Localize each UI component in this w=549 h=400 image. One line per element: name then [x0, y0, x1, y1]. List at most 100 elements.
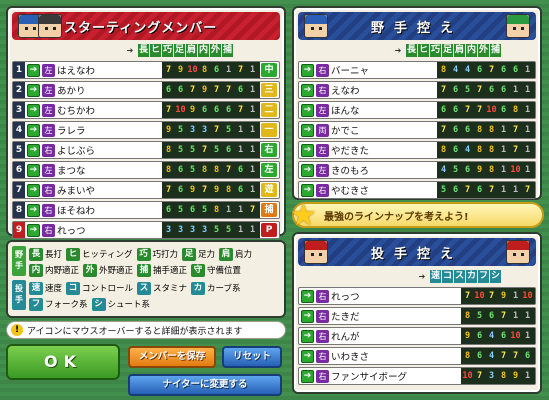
player-stats: 56767117 [437, 182, 535, 198]
stat-value: 7 [512, 145, 519, 155]
player-detail-icon[interactable]: ➔ [27, 83, 40, 97]
legend-key-badge: 外 [83, 263, 98, 277]
player-row[interactable]: ➔ 左ほんな 6 6 7 7 10 6 8 1 [298, 101, 536, 119]
player-detail-icon[interactable]: ➔ [27, 183, 40, 197]
header-soto[interactable]: 外 [210, 44, 221, 57]
header-chokyori[interactable]: 長 [138, 44, 149, 57]
header-kouda[interactable]: 巧 [430, 44, 441, 57]
player-detail-icon[interactable]: ➔ [27, 123, 40, 137]
position-badge[interactable]: 中 [261, 63, 277, 77]
player-detail-icon[interactable]: ➔ [301, 309, 314, 323]
player-detail-icon[interactable]: ➔ [301, 63, 314, 77]
player-detail-icon[interactable]: ➔ [27, 223, 40, 237]
player-row[interactable]: 2 ➔ 左あかり 6 6 7 9 7 7 6 1 三 [12, 81, 280, 99]
stat-value: 8 [512, 105, 519, 115]
player-row[interactable]: ➔ 右えなわ 7 6 5 7 6 6 1 1 [298, 81, 536, 99]
player-row[interactable]: 5 ➔ 右よじぶら 8 5 5 7 5 6 1 1 右 [12, 141, 280, 159]
legend-label: シュート系 [107, 300, 151, 310]
ok-button[interactable]: OK [6, 344, 120, 380]
player-detail-icon[interactable]: ➔ [27, 143, 40, 157]
position-badge[interactable]: 左 [261, 163, 277, 177]
legend-key-badge: カ [191, 281, 206, 295]
header-ho[interactable]: 捕 [222, 44, 233, 57]
stat-value: 1 [512, 185, 519, 195]
player-detail-icon[interactable]: ➔ [301, 123, 314, 137]
sort-arrow-icon[interactable]: ➔ [392, 45, 404, 57]
position-badge[interactable]: 遊 [261, 183, 277, 197]
player-detail-icon[interactable]: ➔ [301, 289, 314, 303]
player-row[interactable]: ➔ 右やむきさ 5 6 7 6 7 1 1 7 [298, 181, 536, 199]
player-row[interactable]: ➔ 右いわきさ 8 6 4 7 7 6 [298, 347, 536, 365]
legend-label: 速度 [45, 284, 63, 294]
player-detail-icon[interactable]: ➔ [301, 83, 314, 97]
player-row[interactable]: 6 ➔ 左まつな 8 6 5 8 8 7 6 1 左 [12, 161, 280, 179]
position-badge[interactable]: 三 [261, 83, 277, 97]
stat-value: 3 [165, 225, 172, 235]
player-detail-icon[interactable]: ➔ [27, 63, 40, 77]
position-badge[interactable]: 一 [261, 123, 277, 137]
header-curve[interactable]: カ [466, 270, 477, 283]
player-row[interactable]: 7 ➔ 右みまいや 7 6 9 7 9 8 6 1 遊 [12, 181, 280, 199]
player-row[interactable]: ➔ 右ファンサイボーグ 10 7 3 8 9 1 [298, 367, 536, 385]
sort-arrow-icon[interactable]: ➔ [416, 271, 428, 283]
player-detail-icon[interactable]: ➔ [301, 103, 314, 117]
stat-value: 6 [488, 311, 495, 321]
player-row[interactable]: 3 ➔ 左むちかわ 7 10 9 6 6 6 7 1 二 [12, 101, 280, 119]
header-soku[interactable]: 足 [174, 44, 185, 57]
position-badge[interactable]: 捕 [261, 203, 277, 217]
player-detail-icon[interactable]: ➔ [27, 203, 40, 217]
header-hitting[interactable]: ヒ [418, 44, 429, 57]
stat-value: 1 [524, 331, 531, 341]
header-fork[interactable]: フ [478, 270, 489, 283]
stat-value: 7 [476, 85, 483, 95]
player-detail-icon[interactable]: ➔ [301, 349, 314, 363]
sort-arrow-icon[interactable]: ➔ [124, 45, 136, 57]
stat-value: 7 [201, 185, 208, 195]
night-game-button[interactable]: ナイターに変更する [128, 374, 282, 396]
header-hitting[interactable]: ヒ [150, 44, 161, 57]
header-soku[interactable]: 速 [430, 270, 441, 283]
player-row[interactable]: 1 ➔ 左はえなわ 7 9 10 8 6 1 7 1 中 [12, 61, 280, 79]
header-kata[interactable]: 肩 [454, 44, 465, 57]
header-uchi[interactable]: 内 [198, 44, 209, 57]
player-detail-icon[interactable]: ➔ [301, 369, 314, 383]
position-badge[interactable]: 右 [261, 143, 277, 157]
handedness-badge: 左 [316, 103, 329, 117]
player-detail-icon[interactable]: ➔ [301, 329, 314, 343]
stat-value: 8 [476, 145, 483, 155]
stat-value: 6 [177, 165, 184, 175]
player-row[interactable]: ➔ 両かでこ 7 6 6 8 8 1 7 1 [298, 121, 536, 139]
position-badge[interactable]: 二 [261, 103, 277, 117]
player-row[interactable]: ➔ 右れっつ 7 10 7 9 1 10 [298, 287, 536, 305]
player-detail-icon[interactable]: ➔ [301, 143, 314, 157]
legend-panel: 野手 長長打ヒヒッティング巧巧打力足足力肩肩力 内内野適正外外野適正捕捕手適正守… [6, 240, 286, 318]
header-soku[interactable]: 足 [442, 44, 453, 57]
player-row[interactable]: ➔ 左きのもろ 4 5 6 9 8 1 10 1 [298, 161, 536, 179]
player-row[interactable]: 9 ➔ 右れっつ 3 3 3 3 5 5 1 1 P [12, 221, 280, 239]
header-stamina[interactable]: ス [454, 270, 465, 283]
header-control[interactable]: コ [442, 270, 453, 283]
header-shoot[interactable]: シ [490, 270, 501, 283]
player-row[interactable]: 8 ➔ 右ほそねわ 6 5 6 5 8 1 1 7 捕 [12, 201, 280, 219]
position-badge[interactable]: P [261, 223, 277, 237]
stat-value: 7 [237, 65, 244, 75]
header-ho[interactable]: 捕 [490, 44, 501, 57]
player-stats: 76688171 [437, 122, 535, 138]
player-row[interactable]: ➔ 左やだきた 8 6 4 8 8 1 7 1 [298, 141, 536, 159]
player-row[interactable]: 4 ➔ 左ラレラ 9 5 3 3 7 5 1 1 一 [12, 121, 280, 139]
stat-value: 7 [500, 311, 507, 321]
header-chokyori[interactable]: 長 [406, 44, 417, 57]
save-members-button[interactable]: メンバーを保存 [128, 346, 216, 368]
player-row[interactable]: ➔ 右れんが 9 6 4 6 10 1 [298, 327, 536, 345]
header-uchi[interactable]: 内 [466, 44, 477, 57]
player-detail-icon[interactable]: ➔ [27, 103, 40, 117]
player-detail-icon[interactable]: ➔ [301, 163, 314, 177]
reset-button[interactable]: リセット [222, 346, 282, 368]
header-kata[interactable]: 肩 [186, 44, 197, 57]
player-row[interactable]: ➔ 右バーニャ 8 4 4 6 7 6 6 1 [298, 61, 536, 79]
player-row[interactable]: ➔ 右たきだ 8 5 6 7 1 1 [298, 307, 536, 325]
header-soto[interactable]: 外 [478, 44, 489, 57]
player-detail-icon[interactable]: ➔ [27, 163, 40, 177]
player-detail-icon[interactable]: ➔ [301, 183, 314, 197]
header-kouda[interactable]: 巧 [162, 44, 173, 57]
